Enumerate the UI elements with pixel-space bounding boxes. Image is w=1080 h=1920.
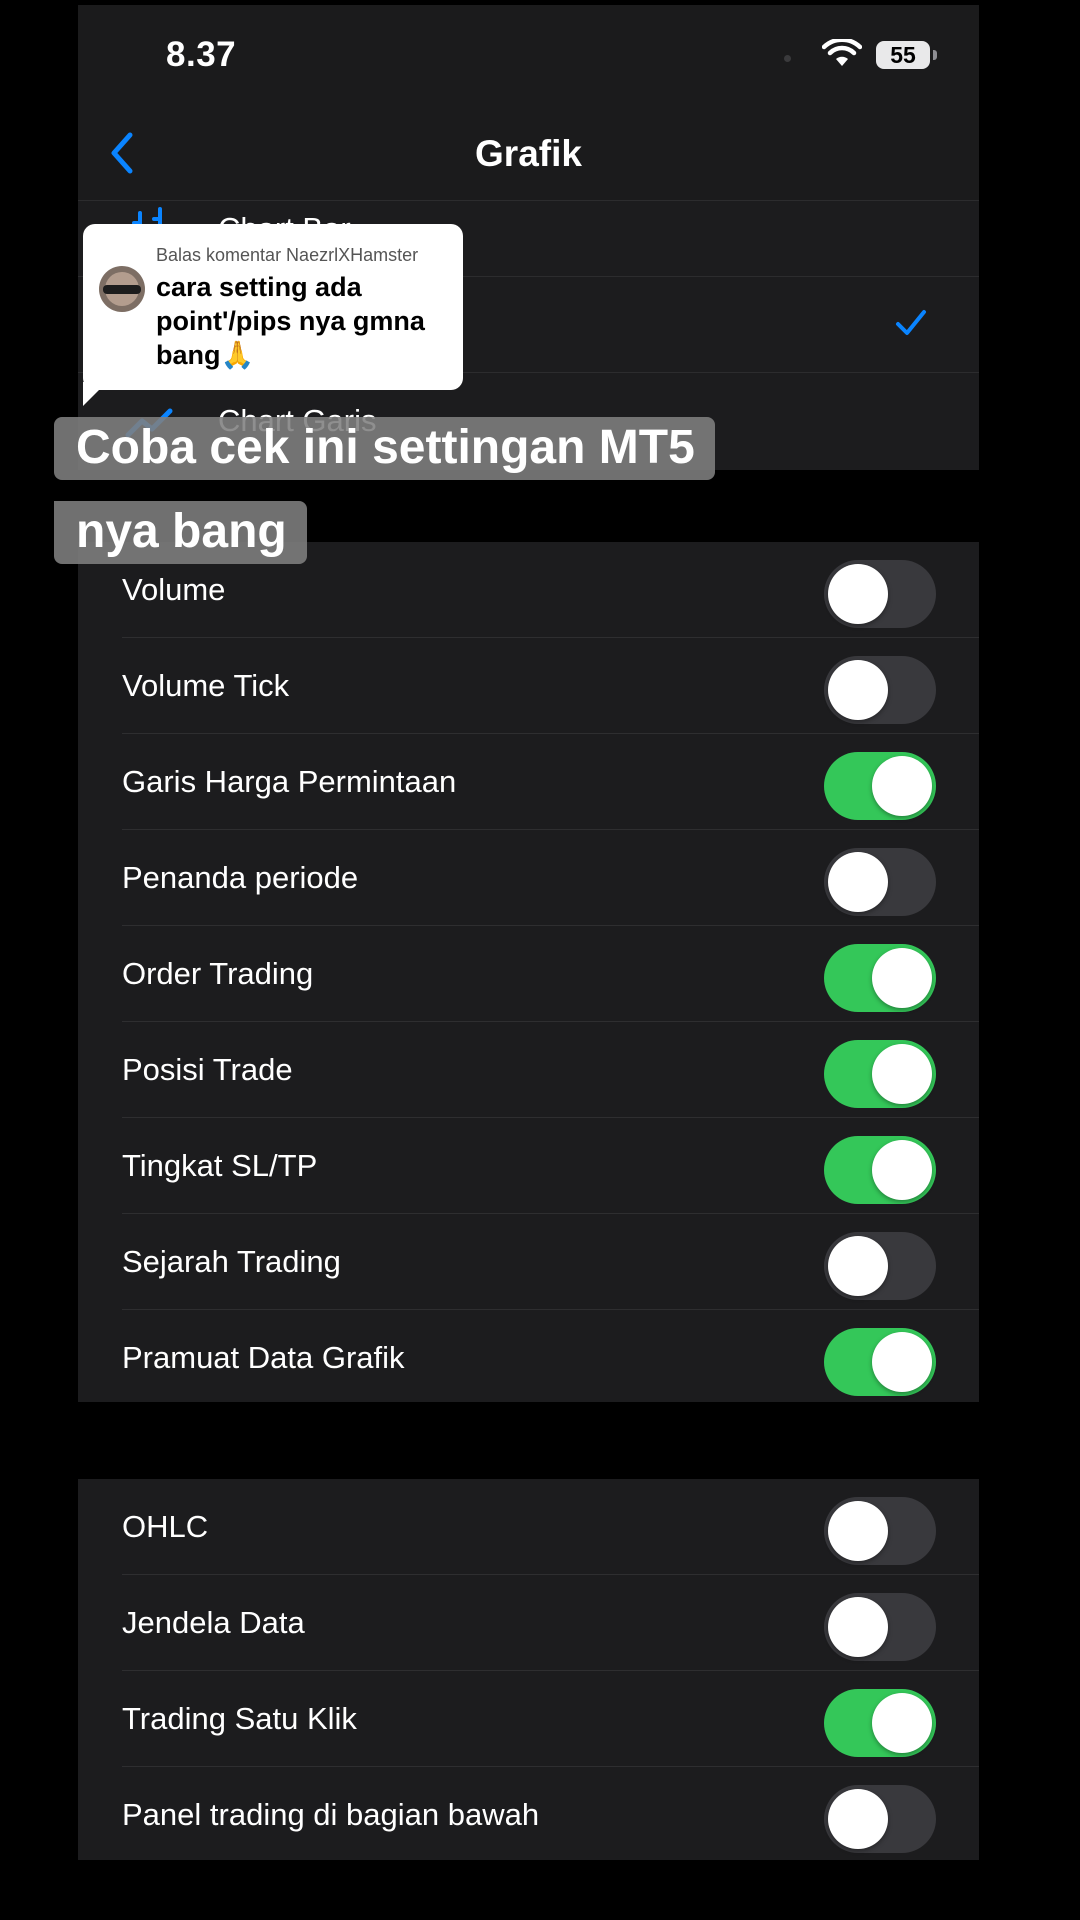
toggle-knob [872,756,932,816]
status-time: 8.37 [166,35,237,74]
setting-row: Trading Satu Klik [78,1671,979,1767]
wifi-icon [822,39,862,66]
setting-label: Order Trading [122,956,314,991]
setting-label: Pramuat Data Grafik [122,1340,405,1375]
setting-row: Sejarah Trading [78,1214,979,1310]
toggle-switch[interactable] [824,1497,936,1565]
toggle-knob [828,660,888,720]
comment-header: Balas komentar NaezrlXHamster [156,245,419,265]
toggle-switch[interactable] [824,1232,936,1300]
status-bar: 8.37 55 [78,5,979,105]
toggle-knob [828,1789,888,1849]
checkmark-icon [896,310,926,335]
setting-row: OHLC [78,1479,979,1575]
setting-label: Panel trading di bagian bawah [122,1797,540,1832]
toggle-knob [828,1236,888,1296]
toggle-knob [872,948,932,1008]
setting-label: Sejarah Trading [122,1244,341,1279]
toggle-switch[interactable] [824,1040,936,1108]
battery-tip [933,50,937,60]
comment-tail [83,382,107,406]
setting-row: Pramuat Data Grafik [78,1310,979,1406]
setting-row: Panel trading di bagian bawah [78,1767,979,1860]
toggle-switch[interactable] [824,1593,936,1661]
toggle-knob [828,852,888,912]
setting-row: Tingkat SL/TP [78,1118,979,1214]
toggle-knob [872,1332,932,1392]
toggle-knob [872,1044,932,1104]
toggle-knob [828,1597,888,1657]
toggle-switch[interactable] [824,656,936,724]
setting-label: Volume [122,572,226,607]
setting-label: Jendela Data [122,1605,305,1640]
setting-label: OHLC [122,1509,209,1544]
toggle-switch[interactable] [824,944,936,1012]
setting-row: Posisi Trade [78,1022,979,1118]
toggle-knob [828,564,888,624]
page-title: Grafik [475,133,582,174]
avatar [99,266,145,312]
toggle-knob [828,1501,888,1561]
battery-icon: 55 [876,41,930,69]
avatar-band [103,285,141,294]
setting-row: Garis Harga Permintaan [78,734,979,830]
setting-label: Trading Satu Klik [122,1701,357,1736]
setting-label: Penanda periode [122,860,359,895]
toggle-switch[interactable] [824,1785,936,1853]
toggle-switch[interactable] [824,1136,936,1204]
setting-label: Garis Harga Permintaan [122,764,457,799]
setting-row: Volume Tick [78,638,979,734]
toggle-switch[interactable] [824,560,936,628]
setting-label: Posisi Trade [122,1052,293,1087]
setting-label: Tingkat SL/TP [122,1148,318,1183]
toggle-knob [872,1140,932,1200]
reply-comment-bubble: Balas komentar NaezrlXHamster cara setti… [83,224,463,390]
trading-settings-group: OHLC Jendela Data Trading Satu Klik Pane… [78,1479,979,1860]
toggle-switch[interactable] [824,1328,936,1396]
toggle-knob [872,1693,932,1753]
setting-row: Order Trading [78,926,979,1022]
toggle-switch[interactable] [824,752,936,820]
chart-settings-group: Volume Volume Tick Garis Harga Permintaa… [78,542,979,1402]
toggle-switch[interactable] [824,1689,936,1757]
toggle-switch[interactable] [824,848,936,916]
setting-label: Volume Tick [122,668,290,703]
status-dot [784,55,791,62]
caption-line-2: nya bang [54,501,307,564]
setting-row: Penanda periode [78,830,979,926]
caption-line-1: Coba cek ini settingan MT5 [54,417,715,480]
comment-text: cara setting ada point'/pips nya gmna ba… [156,272,425,370]
setting-row: Jendela Data [78,1575,979,1671]
